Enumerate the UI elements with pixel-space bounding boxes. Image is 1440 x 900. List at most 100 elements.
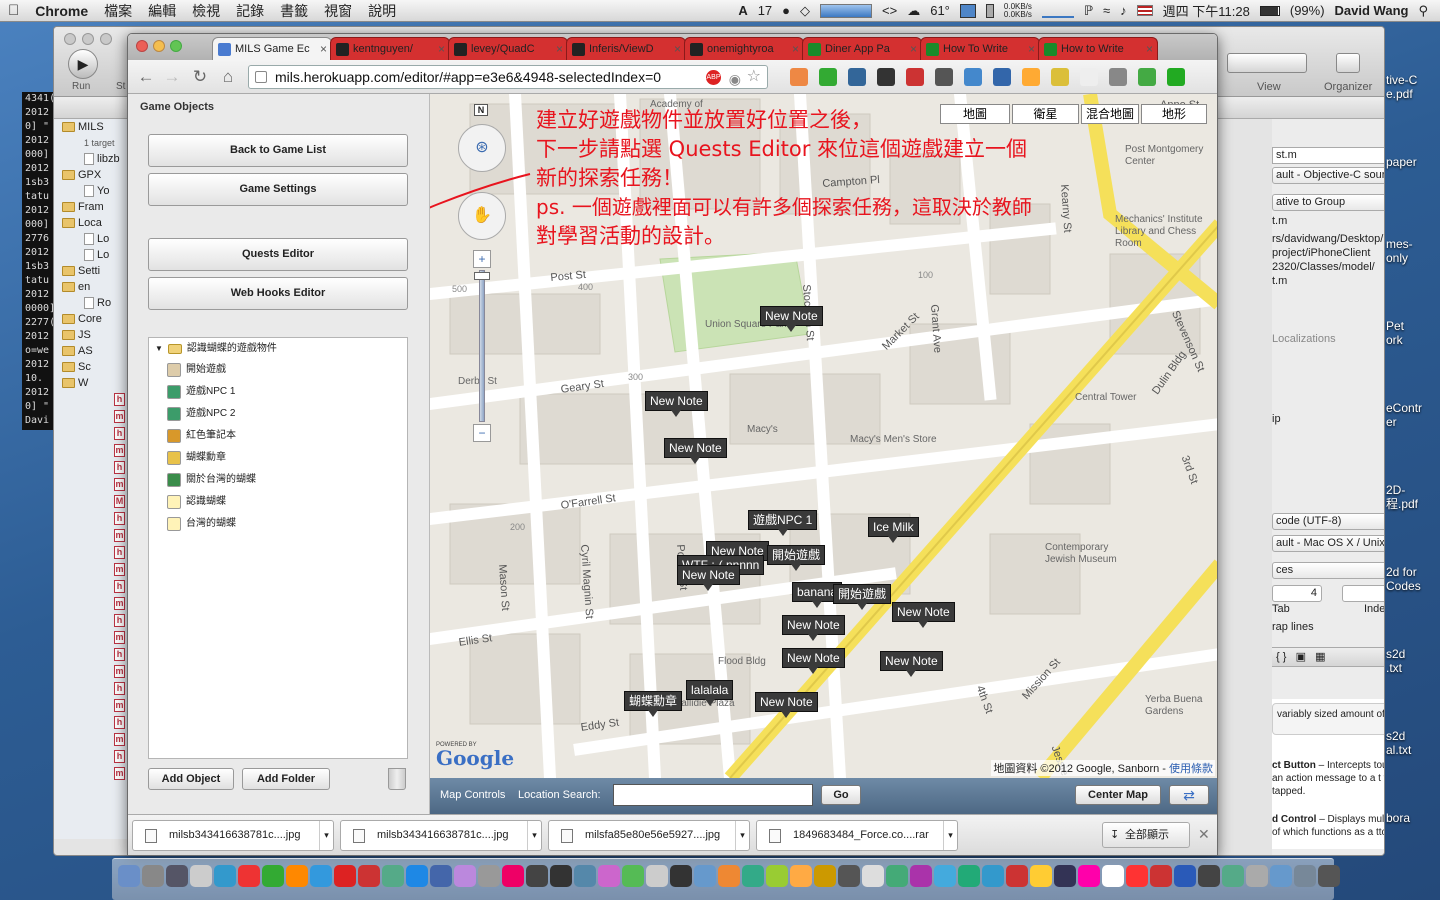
chevron-down-icon[interactable]: ▾ (319, 821, 333, 850)
dock-app-icon[interactable] (958, 865, 980, 887)
navigator-item[interactable]: Fram (54, 199, 134, 215)
desktop-file-label[interactable]: s2d (1386, 729, 1405, 743)
refresh-map-icon[interactable]: ⇄ (1169, 785, 1209, 805)
dock-app-icon[interactable] (814, 865, 836, 887)
wifi-icon[interactable]: ≈ (1103, 3, 1110, 18)
extension-icon[interactable] (1109, 68, 1127, 86)
desktop-file-label[interactable]: al.txt (1386, 743, 1411, 757)
menu-view[interactable]: 檢視 (184, 1, 228, 21)
menu-window[interactable]: 視窗 (316, 1, 360, 21)
dock-app-icon[interactable] (862, 865, 884, 887)
desktop-file-label[interactable]: tive-C (1386, 73, 1417, 87)
navigator-item[interactable]: Sc (54, 359, 134, 375)
navigator-file[interactable]: h (54, 510, 134, 527)
dock-app-icon[interactable] (910, 865, 932, 887)
home-icon[interactable]: ⌂ (218, 67, 238, 87)
add-object-button[interactable]: Add Object (148, 768, 234, 790)
apple-menu-icon[interactable]:  (0, 2, 27, 19)
terms-link[interactable]: 使用條款 (1169, 763, 1213, 775)
navigator-file[interactable]: m (54, 595, 134, 612)
dock-app-icon[interactable] (406, 865, 428, 887)
browser-tab[interactable]: How to Write × (1038, 37, 1158, 60)
tree-item[interactable]: 認識蝴蝶 (167, 492, 226, 512)
adobe-icon[interactable]: A (738, 3, 747, 18)
back-to-game-list-button[interactable]: Back to Game List (148, 134, 408, 167)
streetview-pan-control[interactable]: ✋ (458, 192, 506, 240)
chrome-minimize-icon[interactable] (153, 40, 165, 52)
show-all-downloads-button[interactable]: ↧ 全部顯示 (1102, 822, 1190, 848)
browser-tab[interactable]: Inferis/ViewD × (566, 37, 686, 60)
dock-app-icon[interactable] (1246, 865, 1268, 887)
dock-app-icon[interactable] (646, 865, 668, 887)
dock-app-icon[interactable] (1270, 865, 1292, 887)
dock-app-icon[interactable] (1174, 865, 1196, 887)
desktop-file-label[interactable]: .txt (1386, 661, 1402, 675)
navigator-file[interactable]: m (54, 629, 134, 646)
dock-app-icon[interactable] (838, 865, 860, 887)
back-icon[interactable]: ← (136, 67, 156, 87)
wrap-lines-label[interactable]: rap lines (1272, 621, 1314, 633)
navigator-item[interactable]: GPX (54, 167, 134, 183)
tab-width-field[interactable]: 4 (1272, 585, 1322, 602)
navigator-file[interactable]: m (54, 442, 134, 459)
map-marker[interactable]: 開始遊戲 (833, 584, 892, 610)
navigator-item[interactable]: AS (54, 343, 134, 359)
navigator-item[interactable]: Yo (54, 183, 134, 199)
menu-history[interactable]: 記錄 (228, 1, 272, 21)
navigator-file[interactable]: m (54, 731, 134, 748)
dock-app-icon[interactable] (310, 865, 332, 887)
dock-app-icon[interactable] (718, 865, 740, 887)
dock-app-icon[interactable] (742, 865, 764, 887)
extension-icon[interactable] (790, 68, 808, 86)
navigator-item[interactable]: JS (54, 327, 134, 343)
menu-edit[interactable]: 編輯 (140, 1, 184, 21)
chevron-down-icon[interactable]: ▾ (527, 821, 541, 850)
navigator-file[interactable]: m (54, 765, 134, 782)
navigator-item[interactable]: libzb (54, 151, 134, 167)
zoom-window-icon[interactable] (100, 33, 112, 45)
navigator-file[interactable]: m (54, 663, 134, 680)
map-marker[interactable]: New Note (782, 615, 845, 641)
map-marker[interactable]: New Note (755, 692, 818, 718)
dock-app-icon[interactable] (1150, 865, 1172, 887)
desktop-file-label[interactable]: paper (1386, 155, 1417, 169)
url-bar[interactable]: mils.herokuapp.com/editor/#app=e3e6&4948… (248, 65, 768, 89)
tree-item[interactable]: 遊戲NPC 2 (167, 404, 235, 424)
evernote-icon[interactable]: ● (782, 3, 790, 18)
encoding-select[interactable]: code (UTF-8) (1272, 513, 1384, 530)
dock-app-icon[interactable] (622, 865, 644, 887)
dock-app-icon[interactable] (1318, 865, 1340, 887)
code-icon[interactable]: <> (882, 3, 897, 18)
map-marker[interactable]: New Note (760, 306, 823, 332)
tree-item[interactable]: 台灣的蝴蝶 (167, 514, 236, 534)
dock-app-icon[interactable] (934, 865, 956, 887)
bookmark-star-icon[interactable]: ☆ (747, 66, 761, 88)
desktop-file-label[interactable]: 程.pdf (1386, 497, 1418, 511)
dock-app-icon[interactable] (238, 865, 260, 887)
browser-tab[interactable]: levey/QuadC × (448, 37, 568, 60)
dock-app-icon[interactable] (166, 865, 188, 887)
file-name-field[interactable]: st.m (1272, 147, 1384, 164)
tree-item[interactable]: 關於台灣的蝴蝶 (167, 470, 256, 490)
dock-app-icon[interactable] (286, 865, 308, 887)
desktop-file-label[interactable]: s2d (1386, 647, 1405, 661)
navigator-file[interactable]: h (54, 544, 134, 561)
tab-close-icon[interactable]: × (320, 38, 327, 60)
dock-app-icon[interactable] (886, 865, 908, 887)
navigator-item[interactable]: W (54, 375, 134, 391)
desktop-file-label[interactable]: 2d for (1386, 565, 1417, 579)
navigator-file[interactable]: h (54, 578, 134, 595)
zoom-out-icon[interactable]: − (473, 424, 491, 442)
navigator-item[interactable]: 1 target (54, 135, 134, 151)
file-type-select[interactable]: ault - Objective-C source (1272, 167, 1384, 184)
tree-item[interactable]: 紅色筆記本 (167, 426, 236, 446)
map-marker[interactable]: Ice Milk (868, 517, 919, 543)
dock-app-icon[interactable] (190, 865, 212, 887)
browser-tab[interactable]: onemightyroa × (684, 37, 804, 60)
map-type-button[interactable]: 地圖 (940, 104, 1010, 124)
extension-icon[interactable] (1051, 68, 1069, 86)
desktop-file-label[interactable]: only (1386, 251, 1408, 265)
dropbox-icon[interactable]: ◇ (800, 3, 810, 19)
google-map[interactable]: Post St Geary St O'Farrell St Ellis St Eddy … (430, 94, 1217, 778)
tree-item[interactable]: 蝴蝶勳章 (167, 448, 226, 468)
